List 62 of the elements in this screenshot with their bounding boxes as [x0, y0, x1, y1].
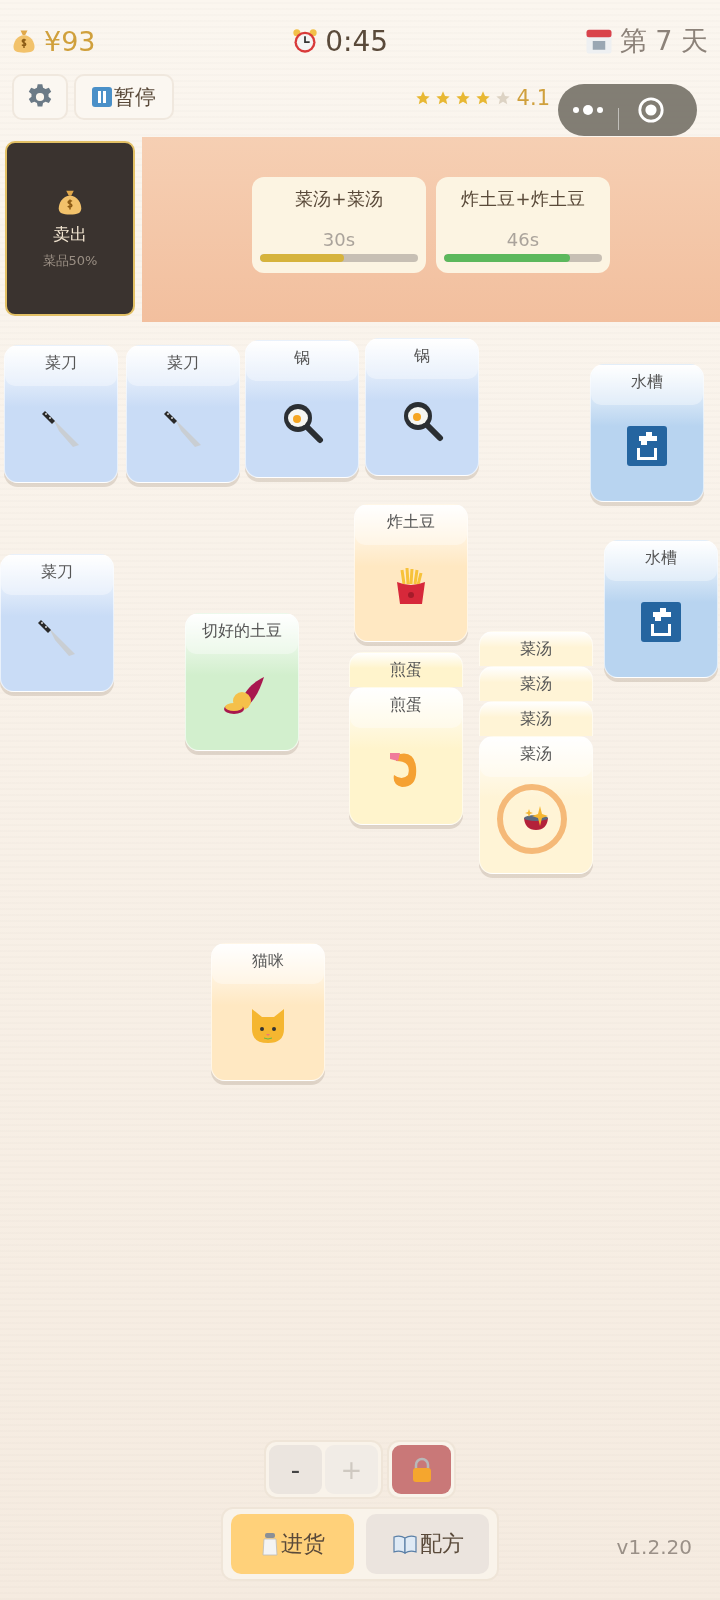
order-time: 30s: [322, 228, 356, 250]
rating-value: 4.1: [516, 86, 550, 110]
item-card[interactable]: 水槽: [590, 364, 704, 502]
alarm-clock-icon: [291, 27, 320, 55]
faucet-icon: [625, 424, 669, 468]
card-title: 炸土豆: [387, 512, 435, 533]
card-title: 菜汤: [520, 639, 552, 660]
star-icon: [474, 90, 491, 106]
sell-card[interactable]: 卖出 菜品50%: [5, 141, 135, 316]
order-name: 炸土豆+炸土豆: [461, 186, 585, 211]
pause-icon: [92, 87, 112, 107]
card-title: 煎蛋: [390, 695, 422, 716]
settings-button[interactable]: [12, 74, 68, 120]
card-title: 菜汤: [520, 709, 552, 730]
day-counter: 第 7 天: [619, 24, 708, 58]
item-card[interactable]: 水槽: [604, 540, 718, 678]
pause-button[interactable]: 暂停: [74, 74, 174, 120]
card-title: 水槽: [631, 372, 663, 393]
lock-icon: [410, 1456, 433, 1483]
star-icon: [494, 90, 511, 106]
card-title: 菜刀: [45, 353, 77, 374]
item-card[interactable]: 锅: [245, 340, 359, 478]
sell-note: 菜品50%: [42, 252, 98, 270]
card-title: 菜刀: [167, 353, 199, 374]
item-card[interactable]: 炸土豆: [354, 504, 468, 642]
item-card[interactable]: 锅: [365, 338, 479, 476]
item-card[interactable]: 切好的土豆: [185, 613, 299, 751]
order-time: 46s: [506, 228, 540, 250]
more-icon[interactable]: [571, 104, 605, 116]
item-card[interactable]: 菜汤: [479, 701, 593, 736]
salt-shaker-icon: [260, 1531, 279, 1557]
card-title: 菜刀: [41, 562, 73, 583]
card-title: 菜汤: [520, 674, 552, 695]
item-card[interactable]: 菜刀: [126, 345, 240, 483]
tab[interactable]: 进货: [231, 1514, 354, 1574]
item-card[interactable]: 菜汤: [479, 631, 593, 666]
tab[interactable]: 配方: [366, 1514, 489, 1574]
money-amount: ¥93: [44, 25, 96, 57]
faucet-icon: [639, 600, 683, 644]
card-title: 切好的土豆: [202, 621, 282, 642]
card-title: 猫咪: [252, 951, 284, 972]
card-title: 锅: [294, 348, 310, 369]
version-label: v1.2.20: [616, 1535, 692, 1559]
item-card[interactable]: 菜刀: [0, 554, 114, 692]
sell-label: 卖出: [53, 223, 87, 246]
item-card[interactable]: 菜汤: [479, 666, 593, 701]
star-icon: [454, 90, 471, 106]
card-title: 锅: [414, 346, 430, 367]
order-name: 菜汤+菜汤: [295, 186, 383, 211]
card-title: 煎蛋: [390, 660, 422, 681]
item-card[interactable]: 煎蛋: [349, 652, 463, 687]
star-icon: [414, 90, 431, 106]
item-card[interactable]: 猫咪: [211, 943, 325, 1081]
item-card[interactable]: 菜汤: [479, 736, 593, 874]
zoom-out-button[interactable]: -: [269, 1445, 322, 1494]
item-card[interactable]: 煎蛋: [349, 687, 463, 825]
card-title: 水槽: [645, 548, 677, 569]
star-icon: [434, 90, 451, 106]
item-card[interactable]: 菜刀: [4, 345, 118, 483]
target-icon[interactable]: [637, 96, 665, 124]
card-title: 菜汤: [520, 744, 552, 765]
timer-text: 0:45: [325, 24, 389, 58]
